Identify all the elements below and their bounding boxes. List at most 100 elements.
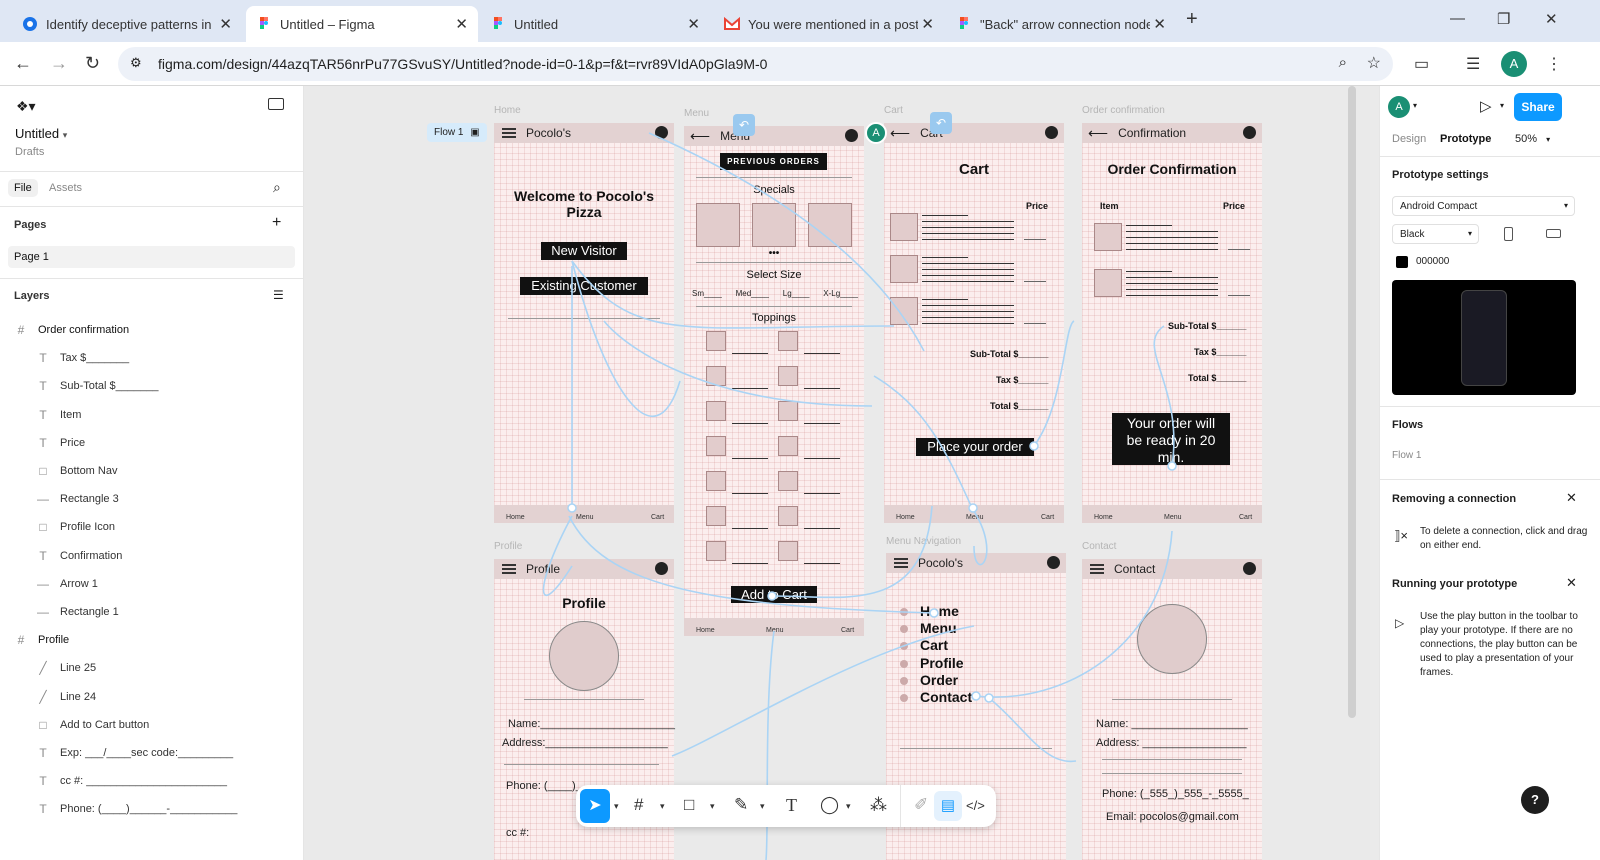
- browser-tab[interactable]: Untitled ✕: [480, 6, 710, 42]
- layer-item[interactable]: T Price: [0, 429, 303, 457]
- device-select[interactable]: Android Compact ▾: [1392, 196, 1575, 216]
- chevron-down-icon[interactable]: ▾: [614, 801, 619, 812]
- canvas[interactable]: Flow 1 ▣ Home Pocolo's Welcome to Pocolo…: [304, 86, 1379, 860]
- portrait-icon[interactable]: [1504, 227, 1513, 241]
- add-page-icon[interactable]: +: [272, 214, 281, 232]
- layer-item[interactable]: T Sub-Total $_______: [0, 372, 303, 400]
- background-hex[interactable]: 000000: [1416, 256, 1449, 267]
- chevron-down-icon[interactable]: ▾: [1500, 101, 1504, 110]
- close-icon[interactable]: ✕: [455, 15, 468, 33]
- text-layer-icon: T: [39, 774, 47, 789]
- user-avatar[interactable]: A: [1388, 96, 1410, 118]
- layer-item[interactable]: □ Bottom Nav: [0, 457, 303, 485]
- landscape-icon[interactable]: [1546, 229, 1561, 238]
- collapse-layers-icon[interactable]: ☰: [273, 288, 284, 302]
- browser-tab[interactable]: Identify deceptive patterns in U ✕: [12, 6, 242, 42]
- close-icon[interactable]: ✕: [921, 15, 934, 33]
- layer-item[interactable]: □ Profile Icon: [0, 513, 303, 541]
- omnibox[interactable]: ⚙ figma.com/design/44azqTAR56nrPu77GSvuS…: [118, 47, 1393, 81]
- layer-item[interactable]: T Confirmation: [0, 542, 303, 570]
- canvas-scrollbar[interactable]: [1348, 86, 1356, 718]
- undo-connection-icon[interactable]: ↶: [733, 114, 755, 136]
- more-menu-icon[interactable]: ⋮: [1546, 54, 1562, 74]
- layer-item[interactable]: — Arrow 1: [0, 570, 303, 598]
- layer-item[interactable]: Tcc #: _______________________: [0, 767, 303, 795]
- minimize-icon[interactable]: —: [1450, 10, 1465, 27]
- chevron-down-icon[interactable]: ▾: [710, 801, 715, 812]
- tab-prototype[interactable]: Prototype: [1440, 133, 1491, 145]
- layer-item[interactable]: — Rectangle 3: [0, 485, 303, 513]
- pen-tool-icon[interactable]: ✎: [734, 795, 748, 815]
- close-icon[interactable]: ✕: [1566, 575, 1577, 591]
- new-tab-button[interactable]: +: [1186, 8, 1198, 31]
- layer-label: Item: [60, 408, 82, 421]
- page-item[interactable]: Page 1: [8, 246, 295, 268]
- line-layer-icon: —: [37, 492, 49, 507]
- rectangle-tool-icon[interactable]: □: [684, 795, 694, 815]
- tab-file[interactable]: File: [8, 179, 38, 197]
- figma-menu-icon[interactable]: ❖▾: [16, 98, 36, 115]
- layer-label: Bottom Nav: [60, 465, 118, 477]
- close-icon[interactable]: ✕: [1153, 15, 1166, 33]
- chevron-down-icon[interactable]: ▾: [1413, 101, 1417, 110]
- move-tool-icon[interactable]: ➤: [580, 789, 610, 823]
- tab-title: Identify deceptive patterns in U: [46, 16, 216, 32]
- tab-search-icon[interactable]: ▭: [1414, 54, 1429, 74]
- undo-connection-icon[interactable]: ↶: [930, 112, 952, 134]
- browser-tab-active[interactable]: Untitled – Figma ✕: [246, 6, 478, 42]
- layer-item[interactable]: ╱ Line 25: [0, 654, 303, 682]
- close-icon[interactable]: ✕: [687, 15, 700, 33]
- browser-tab[interactable]: "Back" arrow connection nodes ✕: [946, 6, 1176, 42]
- tab-design[interactable]: Design: [1392, 133, 1426, 145]
- layer-item[interactable]: □ Add to Cart button: [0, 711, 303, 739]
- chevron-down-icon[interactable]: ▾: [846, 801, 851, 812]
- design-mode-icon[interactable]: ▤: [934, 791, 962, 821]
- bookmark-star-icon[interactable]: ☆: [1367, 53, 1381, 73]
- chevron-down-icon[interactable]: ▾: [760, 801, 765, 812]
- tab-title: Untitled – Figma: [280, 16, 375, 32]
- dev-mode-icon[interactable]: </>: [966, 798, 985, 813]
- reload-icon[interactable]: ↻: [85, 53, 100, 74]
- url-text[interactable]: figma.com/design/44azqTAR56nrPu77GSvuSY/…: [158, 56, 767, 72]
- draw-mode-icon[interactable]: ✐: [914, 795, 928, 815]
- site-info-icon[interactable]: ⚙: [130, 55, 142, 71]
- background-color-swatch[interactable]: [1396, 256, 1408, 268]
- collaborator-avatar[interactable]: A: [865, 122, 887, 144]
- layer-item[interactable]: T Tax $_______: [0, 344, 303, 372]
- share-button[interactable]: Share: [1514, 93, 1562, 121]
- model-color-select[interactable]: Black ▾: [1392, 224, 1479, 244]
- close-window-icon[interactable]: ✕: [1545, 10, 1558, 28]
- help-icon[interactable]: ?: [1521, 786, 1549, 814]
- layer-frame[interactable]: # Profile: [0, 626, 303, 654]
- layer-item[interactable]: ╱ Line 24: [0, 683, 303, 711]
- chevron-down-icon[interactable]: ▾: [660, 801, 665, 812]
- flows-label: Flows: [1392, 419, 1424, 431]
- layer-item[interactable]: — Rectangle 1: [0, 598, 303, 626]
- text-tool-icon[interactable]: T: [786, 795, 797, 816]
- layer-item[interactable]: T Exp: ___/____sec code:_________: [0, 739, 303, 767]
- close-icon[interactable]: ✕: [1566, 490, 1577, 506]
- flow-item[interactable]: Flow 1: [1392, 450, 1421, 461]
- layer-frame[interactable]: # Order confirmation: [0, 316, 303, 344]
- comment-tool-icon[interactable]: ◯: [820, 795, 839, 815]
- frame-tool-icon[interactable]: #: [634, 795, 643, 815]
- actions-icon[interactable]: ⁂: [870, 795, 887, 815]
- prototype-settings-label: Prototype settings: [1392, 169, 1489, 181]
- tip-text: Use the play button in the toolbar to pl…: [1420, 611, 1578, 678]
- profile-avatar[interactable]: A: [1501, 51, 1527, 77]
- maximize-icon[interactable]: ❐: [1497, 10, 1510, 28]
- layer-item[interactable]: T Phone: (____)______-___________: [0, 795, 303, 823]
- media-icon[interactable]: ☰: [1466, 54, 1480, 74]
- layer-item[interactable]: T Item: [0, 401, 303, 429]
- search-icon[interactable]: ⌕: [273, 179, 281, 196]
- zoom-level[interactable]: 50% ▾: [1515, 133, 1550, 145]
- close-icon[interactable]: ✕: [219, 15, 232, 33]
- tab-assets[interactable]: Assets: [49, 182, 82, 194]
- back-icon[interactable]: ←: [14, 53, 32, 74]
- browser-tab[interactable]: You were mentioned in a post - ✕: [714, 6, 944, 42]
- file-name[interactable]: Untitled ▾: [15, 126, 67, 141]
- play-icon[interactable]: ▷: [1480, 97, 1492, 115]
- forward-icon[interactable]: →: [50, 53, 68, 74]
- sidebar-toggle-icon[interactable]: [268, 98, 284, 110]
- zoom-icon[interactable]: ⌕: [1339, 54, 1347, 71]
